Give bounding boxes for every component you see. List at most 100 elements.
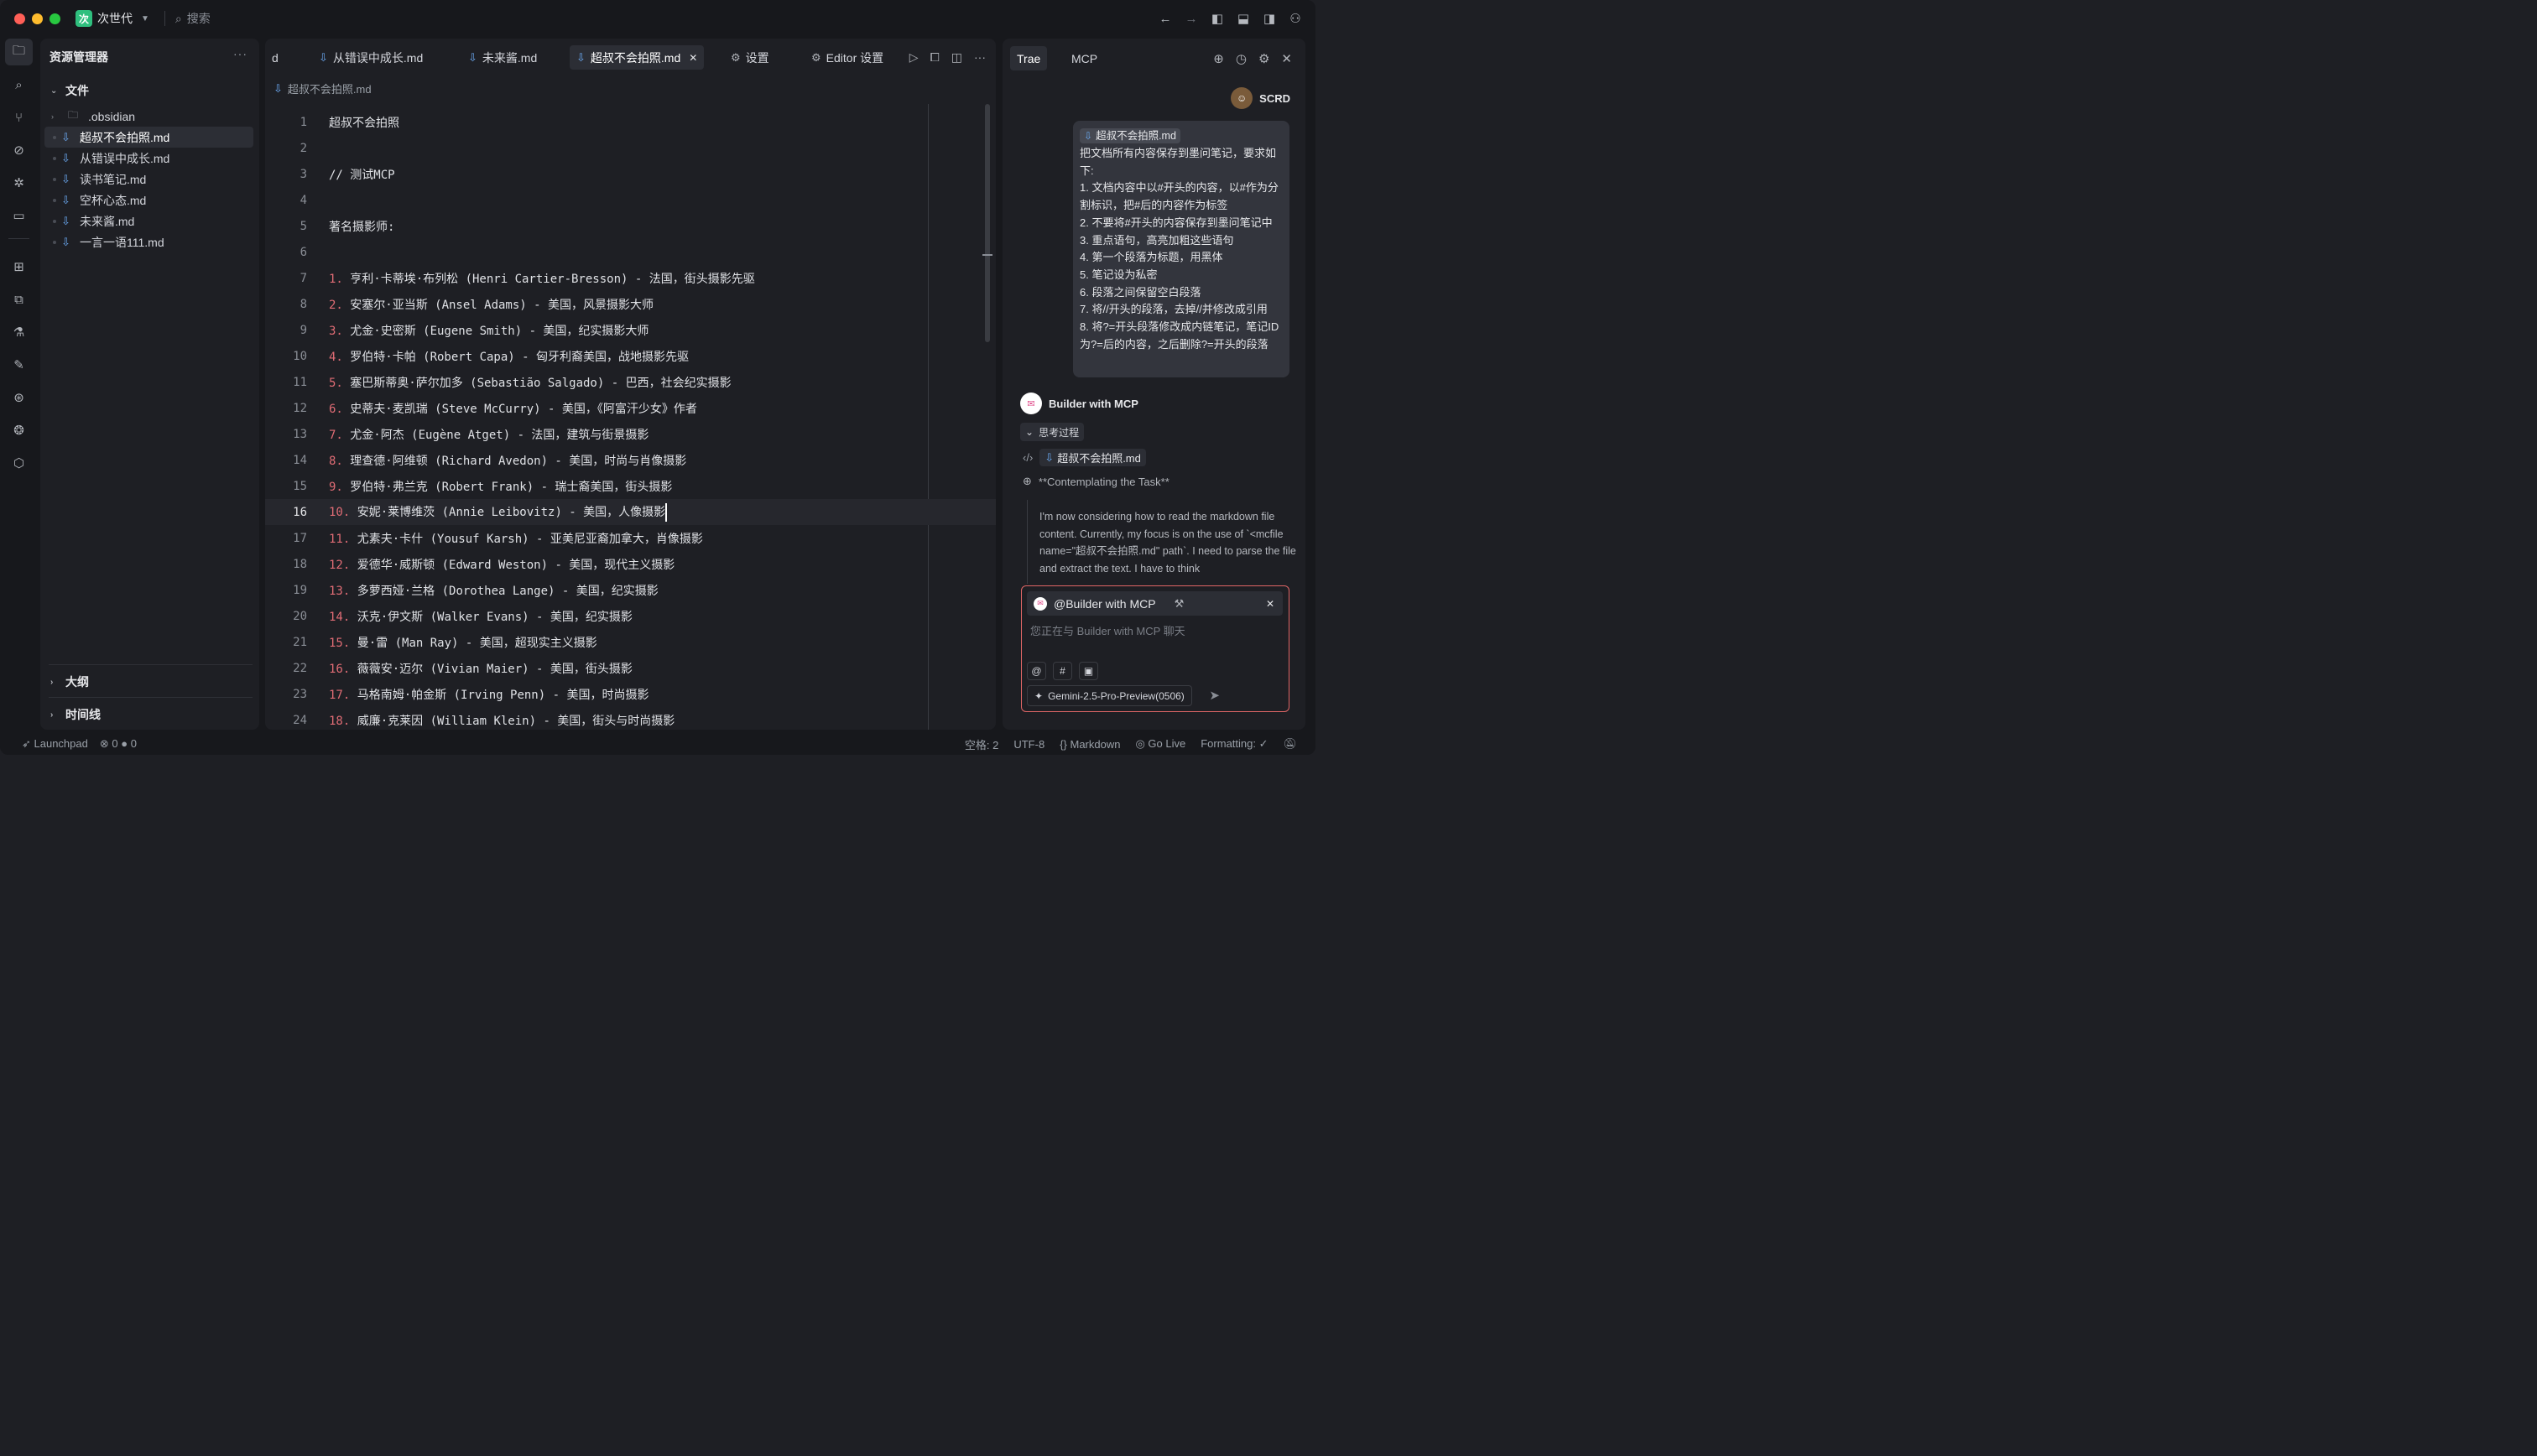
timeline-section-header[interactable]: › 时间线 [50,706,101,723]
code-line[interactable]: 16 10. 安妮·莱博维茨 (Annie Leibovitz) - 美国，人像摄… [265,499,996,525]
tool-file-chip[interactable]: ⇩ 超叔不会拍照.md [1039,449,1146,466]
tab-mcp[interactable]: MCP [1065,46,1104,70]
code-line[interactable]: 20 14. 沃克·伊文斯 (Walker Evans) - 美国，纪实摄影 [265,603,996,629]
source-control-icon[interactable]: ⑂ [5,104,33,131]
package-icon[interactable]: ⬡ [5,450,33,476]
tree-item-obsidian-folder[interactable]: › 🗀 .obsidian [44,106,253,127]
forward-arrow-icon[interactable]: → [1185,12,1198,26]
code-line[interactable]: 17 11. 尤素夫·卡什 (Yousuf Karsh) - 亚美尼亚裔加拿大，肖… [265,525,996,551]
tab-editor-settings[interactable]: ⚙ Editor 设置 [805,45,890,70]
code-line[interactable]: 9 3. 尤金·史密斯 (Eugene Smith) - 美国，纪实摄影大师 [265,317,996,343]
gear-icon[interactable]: ⚙ [1258,51,1269,66]
more-icon[interactable]: ··· [233,47,247,60]
tree-item-file[interactable]: ⇩ 从错误中成长.md [44,148,253,169]
thinking-toggle[interactable]: ⌄ 思考过程 [1020,423,1085,441]
code-line[interactable]: 13 7. 尤金·阿杰 (Eugène Atget) - 法国，建筑与街景摄影 [265,421,996,447]
tab-trae[interactable]: Trae [1010,46,1048,70]
open-preview-icon[interactable]: ⧠ [930,50,940,65]
code-line[interactable]: 8 2. 安塞尔·亚当斯 (Ansel Adams) - 美国，风景摄影大师 [265,291,996,317]
tab-active-file[interactable]: ⇩ 超叔不会拍照.md ✕ [570,45,705,70]
model-selector[interactable]: ✦ Gemini-2.5-Pro-Preview(0506) [1027,685,1192,706]
code-line[interactable]: 11 5. 塞巴斯蒂奥·萨尔加多 (Sebastião Salgado) - 巴西… [265,369,996,395]
tools-icon[interactable]: ⚒ [1175,597,1185,611]
flask-icon[interactable]: ⚗ [5,319,33,346]
tree-item-file[interactable]: ⇩ 读书笔记.md [44,169,253,190]
tree-item-file[interactable]: ⇩ 空杯心态.md [44,190,253,211]
code-line[interactable]: 6 [265,239,996,265]
bulb-icon[interactable]: ❂ [5,417,33,444]
code-line[interactable]: 23 17. 马格南姆·帕金斯 (Irving Penn) - 美国，时尚摄影 [265,681,996,707]
search-icon[interactable]: ⌕ [5,71,33,98]
project-switcher[interactable]: 次 次世代 ▼ [76,10,149,27]
code-line[interactable]: 18 12. 爱德华·威斯顿 (Edward Weston) - 美国，现代主义摄… [265,551,996,577]
new-chat-icon[interactable]: ⊕ [1213,51,1224,66]
close-window-button[interactable] [14,13,25,24]
bot-avatar: ✉ [1020,393,1042,414]
git-graph-icon[interactable]: ⊛ [5,384,33,411]
maximize-window-button[interactable] [49,13,60,24]
search-box[interactable]: ⌕ 搜索 [175,10,211,27]
chat-input[interactable]: 您正在与 Builder with MCP 聊天 [1030,622,1185,638]
hashtag-button[interactable]: # [1053,662,1072,680]
code-line[interactable]: 7 1. 亨利·卡蒂埃·布列松 (Henri Cartier-Bresson) -… [265,265,996,291]
outline-section-header[interactable]: › 大纲 [50,673,89,690]
split-editor-icon[interactable]: ◫ [951,50,962,65]
tree-item-file[interactable]: ⇩ 超叔不会拍照.md [44,127,253,148]
preview-icon[interactable]: ⧉ [5,286,33,313]
tab-truncated[interactable]: d [265,45,285,70]
remote-icon[interactable]: ▭ [5,202,33,229]
tree-item-file[interactable]: ⇩ 未来酱.md [44,211,253,231]
files-section-header[interactable]: ⌄ 文件 [50,82,89,99]
mention-button[interactable]: @ [1027,662,1046,680]
indentation-item[interactable]: 空格: 2 [965,736,998,752]
code-line[interactable]: 12 6. 史蒂夫·麦凯瑞 (Steve McCurry) - 美国，《阿富汗少女… [265,395,996,421]
code-line[interactable]: 5 著名摄影师: [265,213,996,239]
minimize-window-button[interactable] [32,13,43,24]
tree-item-file[interactable]: ⇩ 一言一语111.md [44,231,253,252]
code-line[interactable]: 24 18. 威廉·克莱因 (William Klein) - 美国，街头与时尚摄… [265,707,996,730]
toggle-panel-icon[interactable]: ⬓ [1237,11,1250,26]
attached-file-chip[interactable]: ⇩ 超叔不会拍照.md [1080,128,1180,143]
notifications-off-icon[interactable]: 🔕︎ [1283,737,1297,751]
tab-settings[interactable]: ⚙ 设置 [724,45,776,70]
more-icon[interactable]: ··· [974,50,986,65]
toggle-right-panel-icon[interactable]: ◨ [1263,11,1276,26]
back-arrow-icon[interactable]: ← [1159,12,1172,26]
image-button[interactable]: ▣ [1079,662,1098,680]
explorer-icon[interactable]: 🗀 [5,39,33,65]
code-line[interactable]: 15 9. 罗伯特·弗兰克 (Robert Frank) - 瑞士裔美国，街头摄影 [265,473,996,499]
problems-item[interactable]: ⊗ 0 ● 0 [100,737,137,751]
code-line[interactable]: 19 13. 多萝西娅·兰格 (Dorothea Lange) - 美国，纪实摄影 [265,577,996,603]
indent-dot [53,135,56,139]
send-icon[interactable]: ➤ [1209,688,1220,703]
encoding-item[interactable]: UTF-8 [1013,738,1044,751]
account-icon[interactable]: ⚇ [1289,11,1302,26]
agent-selector[interactable]: ✉ @Builder with MCP ⚒ ✕ [1027,591,1283,616]
code-line[interactable]: 4 [265,187,996,213]
close-icon[interactable]: ✕ [1281,51,1292,66]
language-item[interactable]: {} Markdown [1060,738,1120,751]
tab-file[interactable]: ⇩ 从错误中成长.md [312,45,430,70]
extensions-link-icon[interactable]: ⊘ [5,137,33,164]
toggle-sidebar-icon[interactable]: ◧ [1211,11,1224,26]
code-line[interactable]: 2 [265,135,996,161]
brush-icon[interactable]: ✎ [5,351,33,378]
debug-icon[interactable]: ✲ [5,169,33,196]
formatting-item[interactable]: Formatting: ✓ [1201,737,1268,751]
status-right: 空格: 2 UTF-8 {} Markdown ◎ Go Live Format… [965,736,1297,752]
tab-file[interactable]: ⇩ 未来酱.md [461,45,544,70]
go-live-item[interactable]: ◎ Go Live [1135,737,1185,751]
code-line[interactable]: 22 16. 薇薇安·迈尔 (Vivian Maier) - 美国，街头摄影 [265,655,996,681]
code-line[interactable]: 1 超叔不会拍照 [265,109,996,135]
close-icon[interactable]: ✕ [689,52,697,64]
code-line[interactable]: 21 15. 曼·雷 (Man Ray) - 美国，超现实主义摄影 [265,629,996,655]
code-line[interactable]: 14 8. 理查德·阿维顿 (Richard Avedon) - 美国，时尚与肖像… [265,447,996,473]
code-line[interactable]: 10 4. 罗伯特·卡帕 (Robert Capa) - 匈牙利裔美国，战地摄影先… [265,343,996,369]
launchpad-item[interactable]: ➶ Launchpad [22,737,88,751]
run-icon[interactable]: ▷ [909,50,919,65]
history-icon[interactable]: ◷ [1236,51,1247,66]
apps-icon[interactable]: ⊞ [5,253,33,280]
breadcrumb[interactable]: ⇩ 超叔不会拍照.md [273,81,372,96]
code-line[interactable]: 3 // 测试MCP [265,161,996,187]
close-icon[interactable]: ✕ [1266,598,1274,610]
